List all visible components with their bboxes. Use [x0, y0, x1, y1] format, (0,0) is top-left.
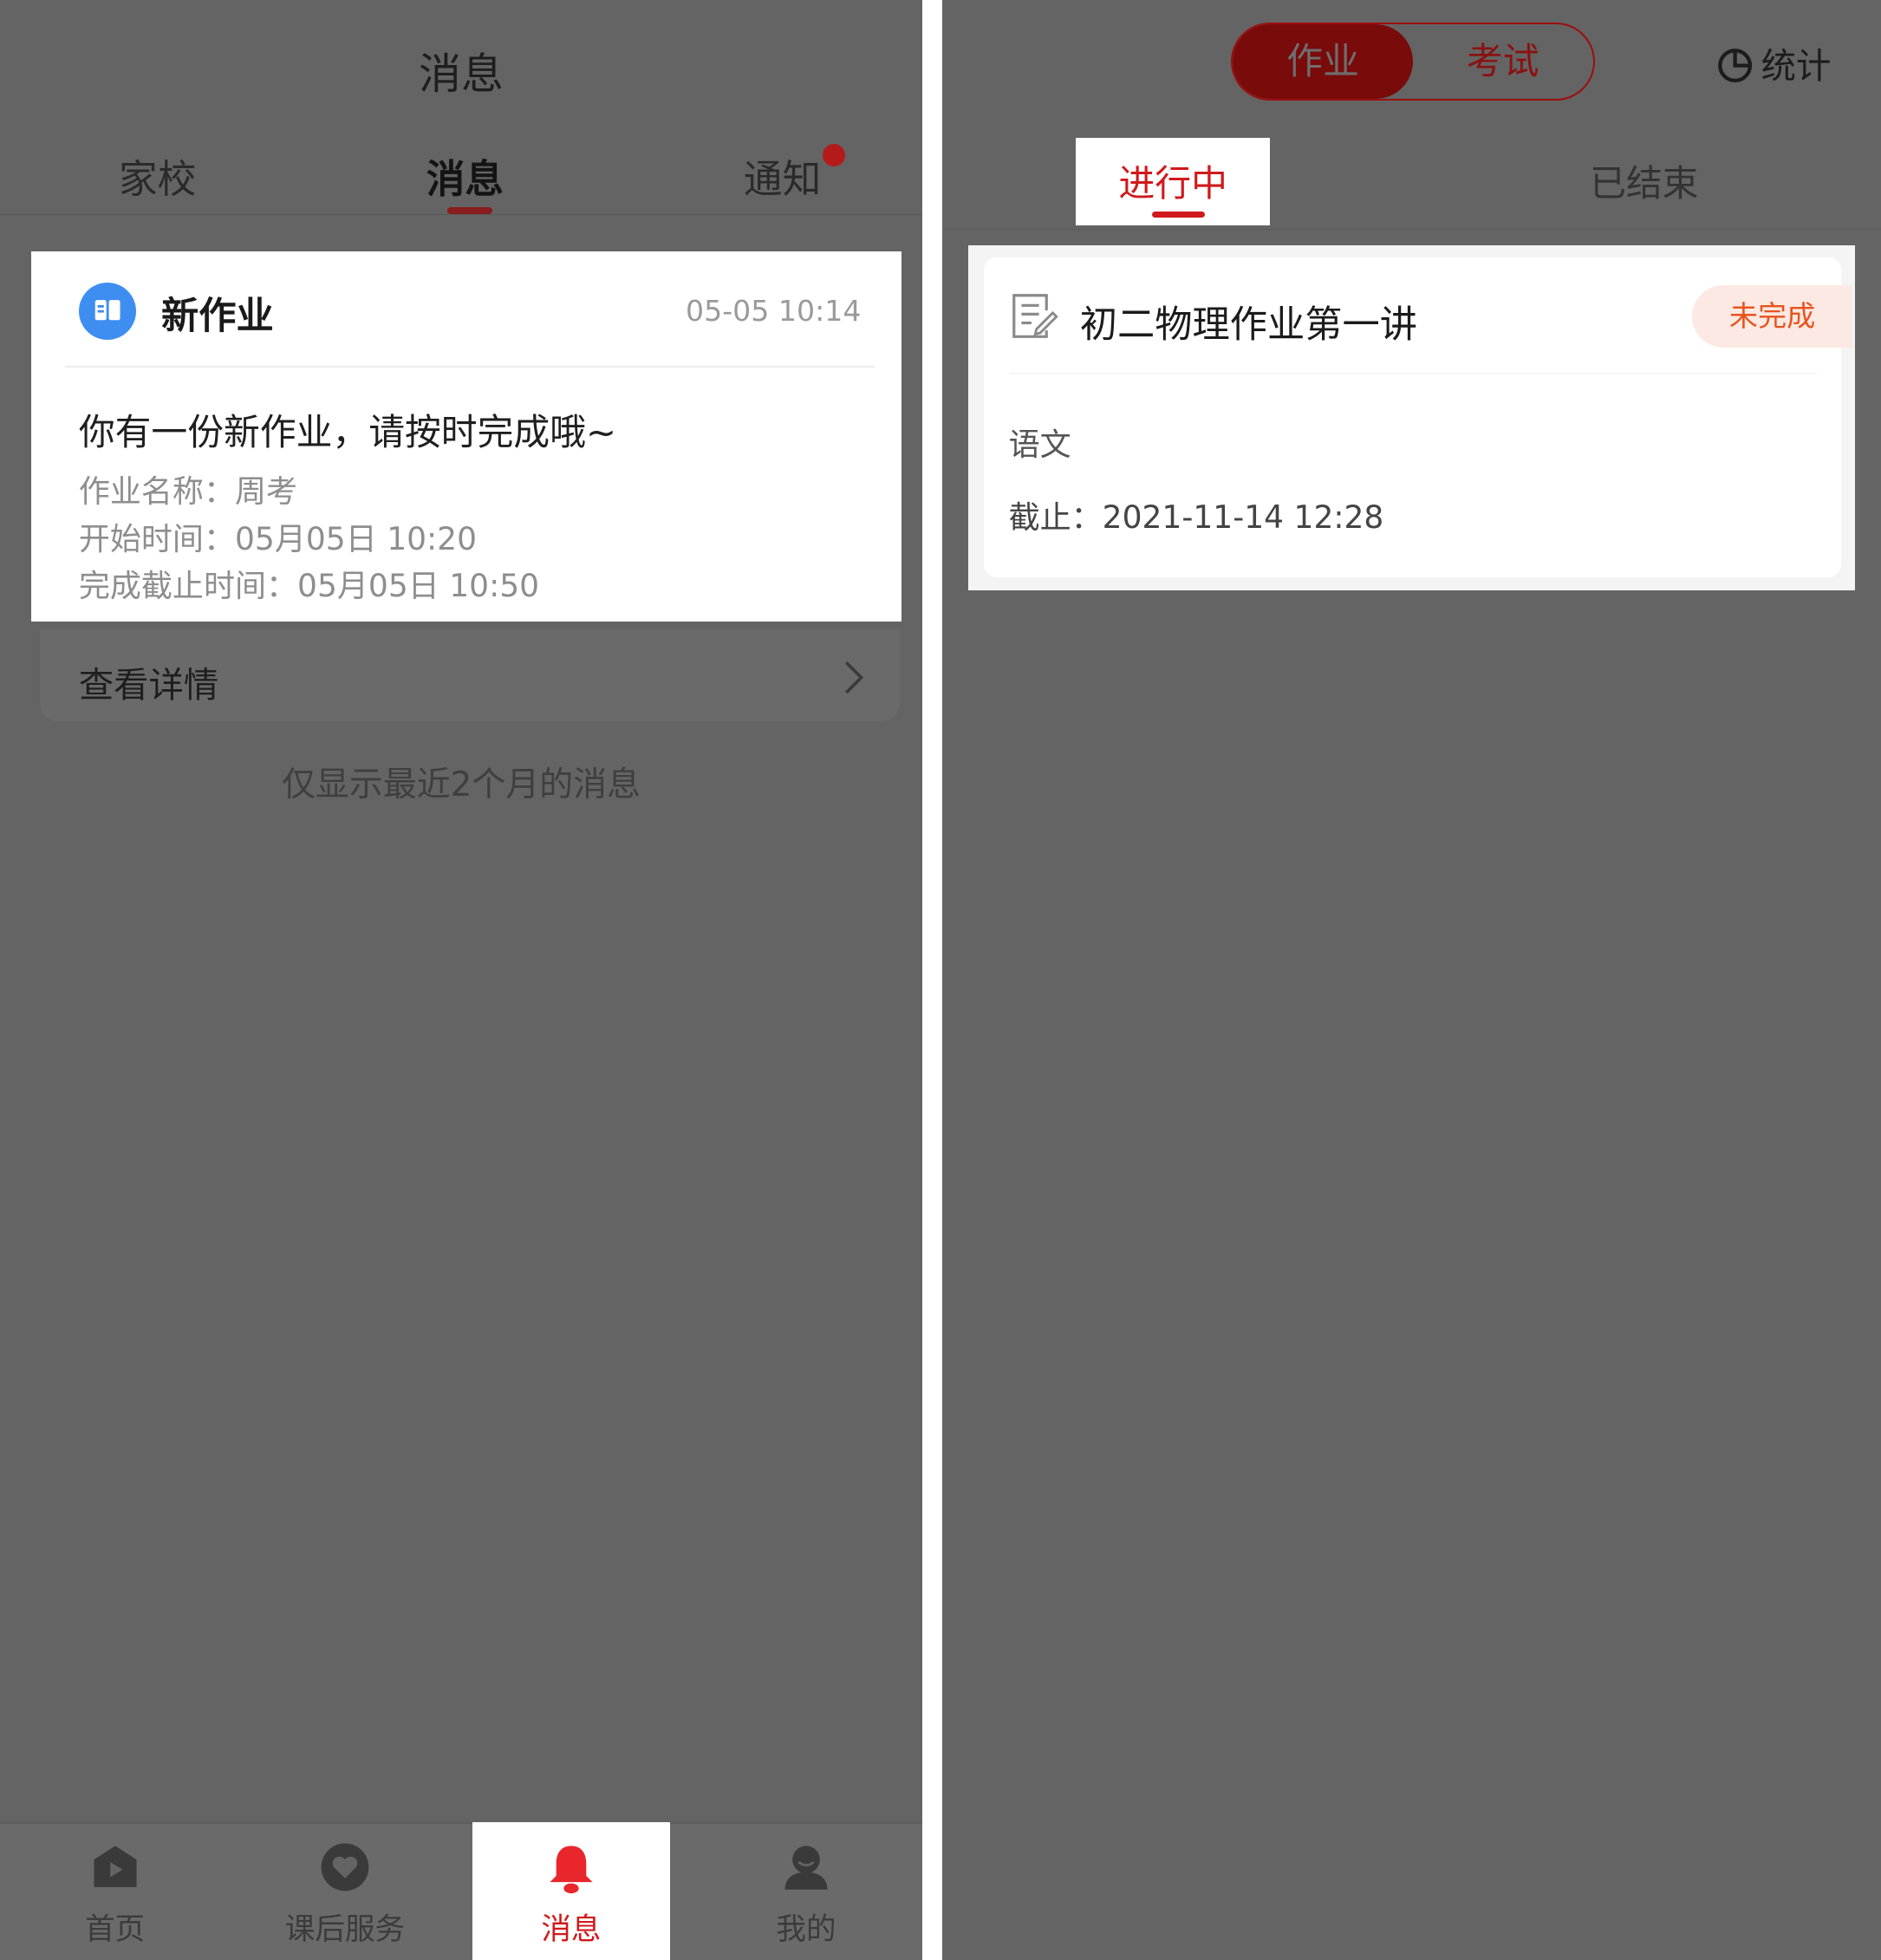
tab-active-indicator	[447, 207, 493, 214]
toggle-exam[interactable]: 考试	[1413, 24, 1593, 100]
message-card[interactable]: 新作业 05-05 10:14 你有一份新作业，请按时完成哦~ 作业名称：周考 …	[31, 251, 901, 622]
homework-card-highlight: 初二物理作业第一讲 未完成 语文 截止：2021-11-14 12:28	[968, 244, 1855, 590]
messages-screen: 消息 家校 消息 通知 新作业 05-05 10:14 你有一份新作业，请按时完…	[0, 0, 923, 1960]
book-icon	[78, 282, 137, 341]
message-body: 你有一份新作业，请按时完成哦~	[78, 410, 617, 453]
start-time-line: 开始时间：05月05日 10:20	[78, 521, 478, 557]
nav-after-school[interactable]: 课后服务	[245, 1822, 446, 1960]
view-details-label: 查看详情	[78, 664, 219, 706]
homework-screen: 作业 考试 统计 进行中 已结束 初二物理作业第一讲 未完成 语文 截止：202…	[942, 0, 1881, 1960]
homework-card[interactable]: 初二物理作业第一讲 未完成 语文 截止：2021-11-14 12:28	[983, 257, 1852, 578]
tab-in-progress[interactable]: 进行中	[1076, 137, 1270, 225]
stats-label: 统计	[1761, 46, 1832, 88]
page-title: 消息	[419, 49, 504, 100]
tab-ended[interactable]: 已结束	[1590, 155, 1698, 207]
homework-title: 初二物理作业第一讲	[1079, 303, 1418, 348]
unread-dot	[822, 143, 845, 166]
homework-name-line: 作业名称：周考	[78, 473, 298, 510]
pie-chart-icon	[1716, 47, 1754, 93]
nav-home[interactable]: 首页	[15, 1822, 215, 1960]
tabs-divider	[942, 228, 1881, 231]
message-divider	[64, 366, 875, 368]
tab-active-indicator	[1152, 211, 1205, 218]
heart-icon	[319, 1842, 372, 1898]
card-divider	[1008, 372, 1818, 374]
deadline-line: 完成截止时间：05月05日 10:50	[78, 569, 540, 605]
homework-exam-toggle: 作业 考试	[1231, 22, 1595, 101]
toggle-homework[interactable]: 作业	[1233, 23, 1413, 100]
message-time: 05-05 10:14	[686, 293, 862, 328]
nav-messages[interactable]: 消息	[472, 1822, 670, 1960]
history-notice: 仅显示最近2个月的消息	[282, 765, 641, 804]
tab-home-school[interactable]: 家校	[119, 147, 196, 204]
status-badge: 未完成	[1692, 284, 1852, 348]
homework-subject: 语文	[1008, 427, 1071, 464]
message-title: 新作业	[161, 295, 274, 339]
user-icon	[781, 1842, 831, 1898]
tab-in-progress-label: 进行中	[1118, 161, 1227, 205]
nav-profile[interactable]: 我的	[706, 1822, 907, 1960]
tab-messages[interactable]: 消息	[426, 147, 504, 204]
chevron-right-icon	[843, 659, 865, 701]
edit-document-icon	[1009, 290, 1059, 346]
view-details-row[interactable]: 查看详情	[40, 628, 901, 721]
bell-icon	[546, 1842, 596, 1900]
tab-notifications[interactable]: 通知	[744, 147, 821, 204]
bottom-nav: 首页 课后服务 消息 我的	[0, 1822, 923, 1960]
homework-deadline: 截止：2021-11-14 12:28	[1008, 500, 1384, 537]
home-icon	[90, 1842, 140, 1898]
stats-button[interactable]: 统计	[1716, 37, 1832, 93]
tabs-divider	[0, 213, 923, 215]
